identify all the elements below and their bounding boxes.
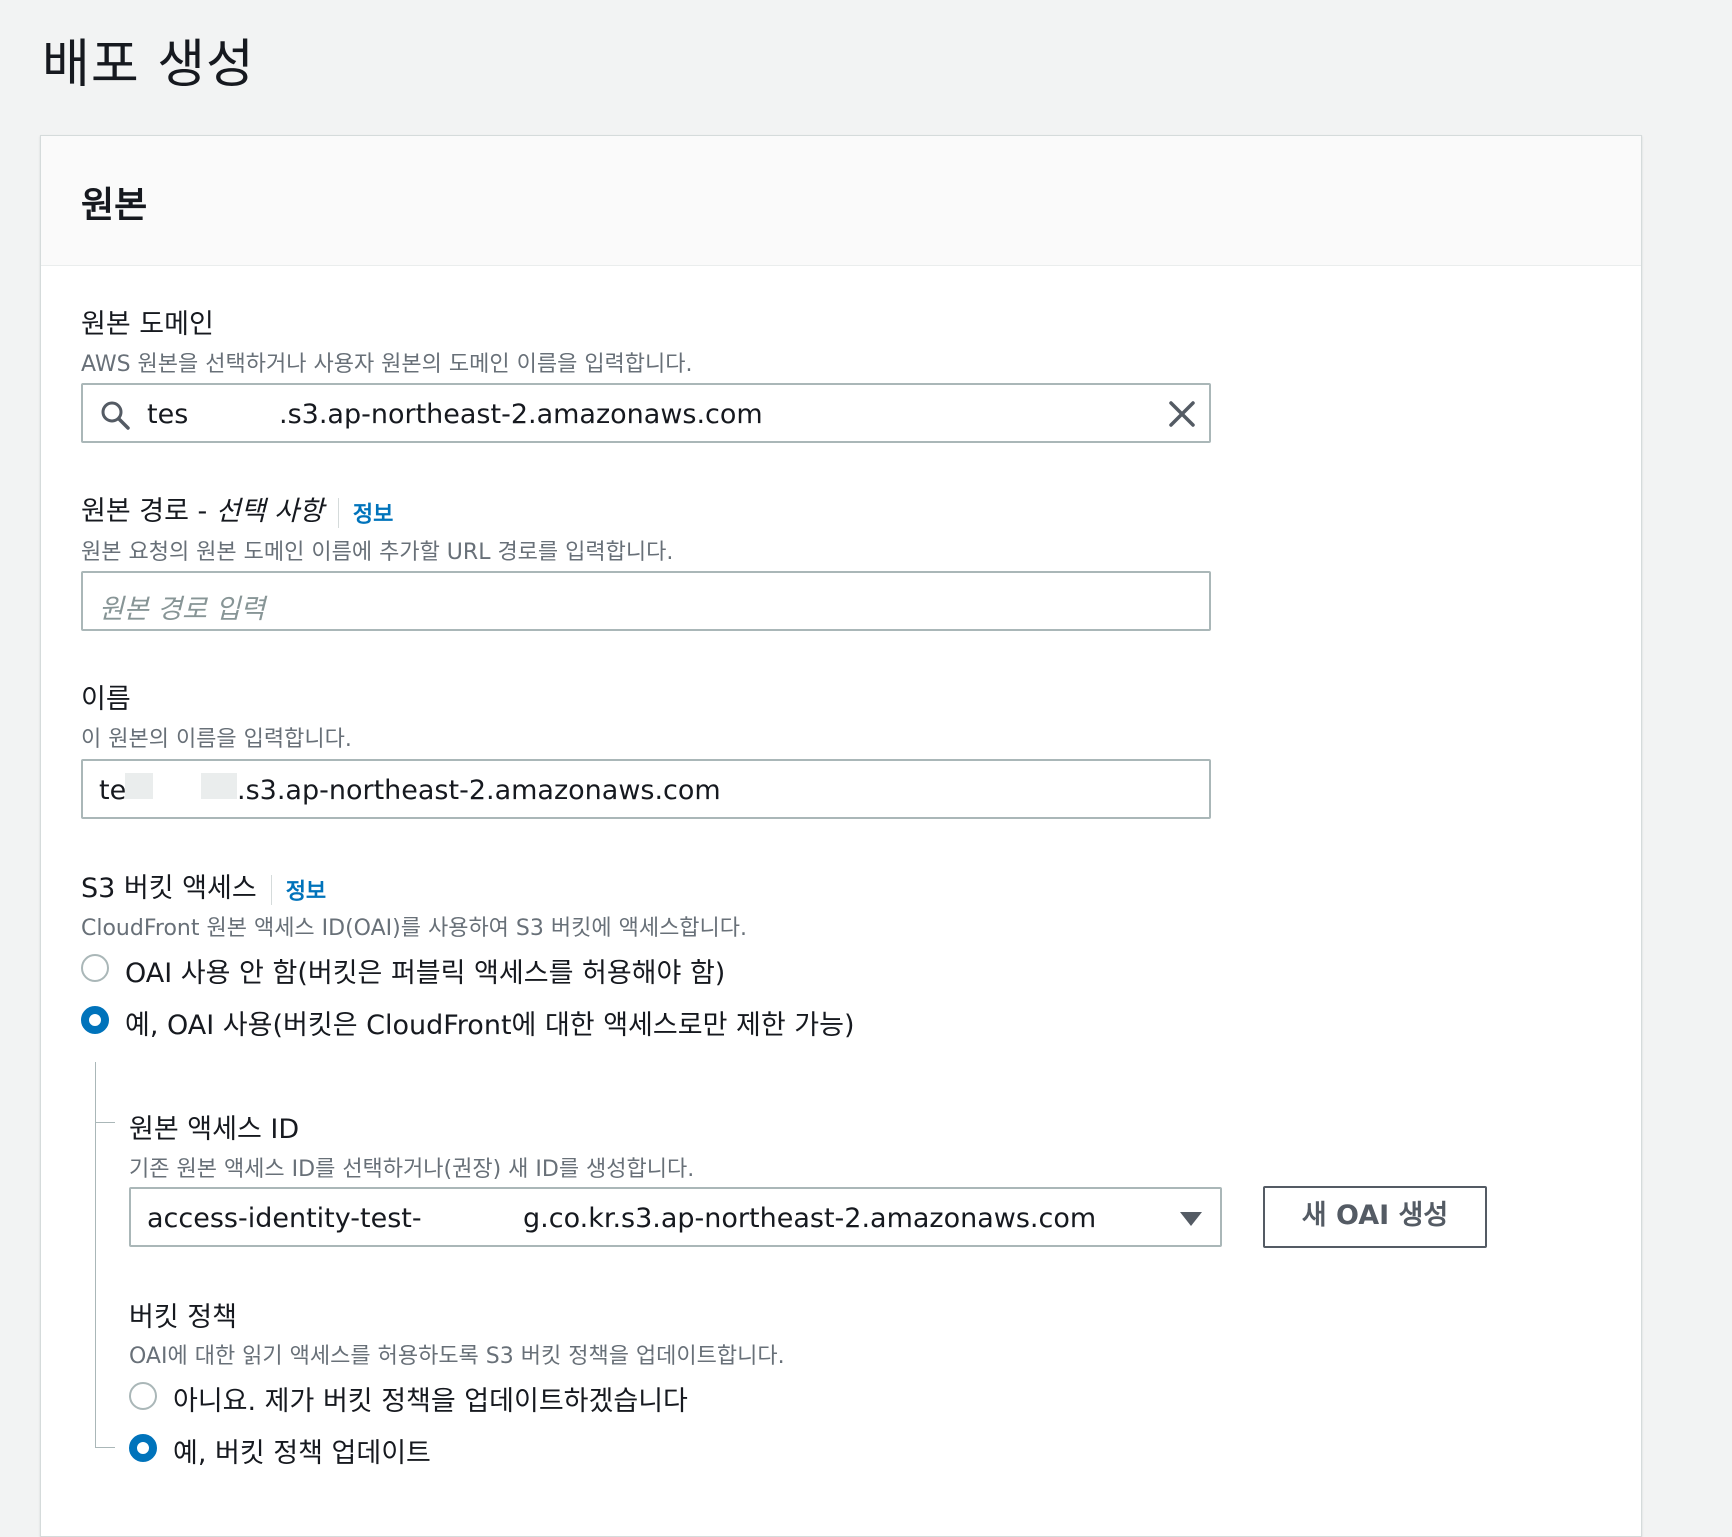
search-icon [101, 401, 130, 430]
origin-path-label-row: 원본 경로 - 선택 사항 정보 [81, 489, 393, 529]
origin-path-placeholder: 원본 경로 입력 [99, 594, 266, 625]
panel-header: 원본 [41, 136, 1641, 266]
origin-access-id-value-end: g.co.kr.s3.ap-northeast-2.amazonaws.com [523, 1203, 1097, 1234]
radio-use-oai-label: 예, OAI 사용(버킷은 CloudFront에 대한 액세스로만 제한 가능… [125, 1010, 855, 1041]
origin-domain-input[interactable]: tes .s3.ap-northeast-2.amazonaws.com [81, 383, 1211, 443]
s3-bucket-access-info-link[interactable]: 정보 [286, 880, 326, 905]
s3-bucket-access-description: CloudFront 원본 액세스 ID(OAI)를 사용하여 S3 버킷에 액… [81, 916, 748, 941]
origin-path-optional: 선택 사항 [215, 496, 324, 527]
info-separator [337, 497, 339, 528]
panel-title: 원본 [81, 185, 148, 226]
radio-circle-checked[interactable] [81, 1006, 109, 1034]
radio-no-oai-label: OAI 사용 안 함(버킷은 퍼블릭 액세스를 허용해야 함) [125, 958, 726, 989]
origin-access-id-description: 기존 원본 액세스 ID를 선택하거나(권장) 새 ID를 생성합니다. [129, 1157, 695, 1182]
radio-no-update-policy-label: 아니요. 제가 버킷 정책을 업데이트하겠습니다 [173, 1386, 688, 1417]
radio-circle-checked[interactable] [129, 1434, 157, 1462]
create-oai-button[interactable]: 새 OAI 생성 [1263, 1186, 1487, 1248]
s3-bucket-access-label: S3 버킷 액세스 [81, 873, 257, 904]
name-value-end: .s3.ap-northeast-2.amazonaws.com [237, 775, 721, 806]
redacted-block [201, 773, 237, 799]
origin-domain-value-end: .s3.ap-northeast-2.amazonaws.com [279, 399, 763, 430]
page-title: 배포 생성 [42, 35, 255, 95]
radio-update-policy-label: 예, 버킷 정책 업데이트 [173, 1438, 431, 1469]
s3-bucket-access-label-row: S3 버킷 액세스 정보 [81, 866, 326, 906]
tree-connector-line [95, 1062, 96, 1447]
origin-domain-value-start: tes [147, 399, 189, 430]
origin-access-id-select[interactable]: access-identity-test- g.co.kr.s3.ap-nort… [129, 1187, 1222, 1247]
name-input[interactable]: te .s3.ap-northeast-2.amazonaws.com [81, 759, 1211, 819]
name-description: 이 원본의 이름을 입력합니다. [81, 727, 352, 752]
radio-circle[interactable] [129, 1382, 157, 1410]
origin-panel: 원본 원본 도메인 AWS 원본을 선택하거나 사용자 원본의 도메인 이름을 … [40, 135, 1642, 1537]
clear-icon[interactable] [1167, 399, 1197, 429]
origin-path-label: 원본 경로 - [81, 496, 208, 527]
radio-circle[interactable] [81, 954, 109, 982]
origin-access-id-value-start: access-identity-test- [147, 1203, 422, 1234]
tree-connector-branch [95, 1122, 115, 1123]
origin-path-info-link[interactable]: 정보 [353, 503, 393, 528]
tree-connector-branch [95, 1447, 115, 1448]
origin-path-input[interactable]: 원본 경로 입력 [81, 571, 1211, 631]
origin-domain-label: 원본 도메인 [81, 309, 214, 340]
info-separator [270, 874, 272, 905]
bucket-policy-label: 버킷 정책 [129, 1302, 237, 1333]
origin-domain-description: AWS 원본을 선택하거나 사용자 원본의 도메인 이름을 입력합니다. [81, 352, 693, 377]
redacted-block [125, 773, 153, 799]
bucket-policy-description: OAI에 대한 읽기 액세스를 허용하도록 S3 버킷 정책을 업데이트합니다. [129, 1344, 785, 1369]
origin-path-description: 원본 요청의 원본 도메인 이름에 추가할 URL 경로를 입력합니다. [81, 540, 674, 565]
caret-down-icon [1180, 1212, 1202, 1226]
name-value-start: te [99, 775, 127, 806]
origin-access-id-label: 원본 액세스 ID [129, 1114, 300, 1145]
name-label: 이름 [81, 684, 131, 715]
